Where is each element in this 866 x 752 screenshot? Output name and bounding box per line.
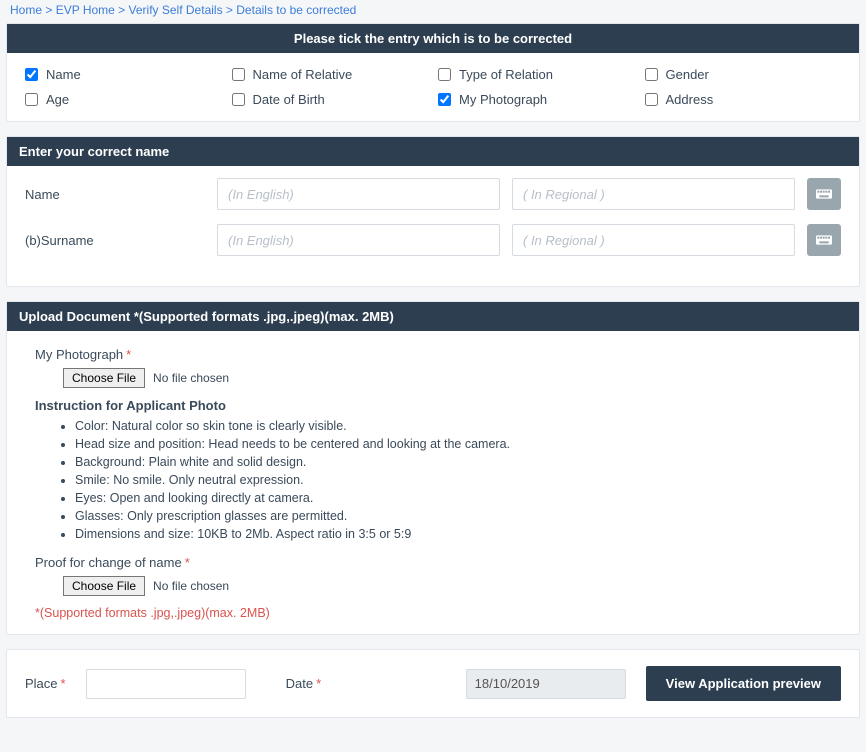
proof-change-name-label: Proof for change of name* — [35, 555, 839, 570]
tick-label: Address — [666, 92, 714, 107]
instruction-item: Background: Plain white and solid design… — [75, 455, 839, 469]
file-status-proof: No file chosen — [153, 579, 229, 593]
instruction-heading: Instruction for Applicant Photo — [35, 398, 839, 413]
place-label: Place* — [25, 676, 66, 691]
name-english-input-1[interactable] — [217, 224, 500, 256]
name-regional-input-1[interactable] — [512, 224, 795, 256]
tick-item-name-of-relative: Name of Relative — [232, 67, 429, 82]
tick-checkbox-type-of-relation[interactable] — [438, 68, 451, 81]
name-row-1: (b)Surname — [25, 224, 841, 256]
tick-checkbox-age[interactable] — [25, 93, 38, 106]
instruction-item: Color: Natural color so skin tone is cle… — [75, 419, 839, 433]
date-input — [466, 669, 626, 699]
tick-item-date-of-birth: Date of Birth — [232, 92, 429, 107]
instruction-item: Smile: No smile. Only neutral expression… — [75, 473, 839, 487]
name-row-0: Name — [25, 178, 841, 210]
breadcrumb-home[interactable]: Home — [10, 3, 42, 17]
tick-item-address: Address — [645, 92, 842, 107]
tick-checkbox-gender[interactable] — [645, 68, 658, 81]
instruction-item: Dimensions and size: 10KB to 2Mb. Aspect… — [75, 527, 839, 541]
view-application-preview-button[interactable]: View Application preview — [646, 666, 841, 701]
tick-label: Type of Relation — [459, 67, 553, 82]
correct-name-header: Enter your correct name — [7, 137, 859, 166]
footer-panel: Place* Date* View Application preview — [6, 649, 860, 718]
choose-file-proof-button[interactable]: Choose File — [63, 576, 145, 596]
upload-panel: Upload Document *(Supported formats .jpg… — [6, 301, 860, 635]
keyboard-icon — [816, 235, 832, 245]
date-label: Date* — [286, 676, 322, 691]
name-regional-input-0[interactable] — [512, 178, 795, 210]
file-status-photo: No file chosen — [153, 371, 229, 385]
keyboard-icon — [816, 189, 832, 199]
tick-item-my-photograph: My Photograph — [438, 92, 635, 107]
tick-checkbox-my-photograph[interactable] — [438, 93, 451, 106]
tick-label: My Photograph — [459, 92, 547, 107]
name-row-label: Name — [25, 187, 205, 202]
tick-label: Gender — [666, 67, 709, 82]
breadcrumb-details[interactable]: Details to be corrected — [236, 3, 356, 17]
tick-item-type-of-relation: Type of Relation — [438, 67, 635, 82]
keyboard-icon-button-0[interactable] — [807, 178, 841, 210]
upload-header: Upload Document *(Supported formats .jpg… — [7, 302, 859, 331]
tick-panel: Please tick the entry which is to be cor… — [6, 23, 860, 122]
instruction-item: Glasses: Only prescription glasses are p… — [75, 509, 839, 523]
name-english-input-0[interactable] — [217, 178, 500, 210]
choose-file-photo-button[interactable]: Choose File — [63, 368, 145, 388]
instruction-item: Eyes: Open and looking directly at camer… — [75, 491, 839, 505]
tick-panel-header: Please tick the entry which is to be cor… — [7, 24, 859, 53]
breadcrumb-verify-self[interactable]: Verify Self Details — [129, 3, 223, 17]
tick-checkbox-address[interactable] — [645, 93, 658, 106]
correct-name-panel: Enter your correct name Name (b)Surname — [6, 136, 860, 287]
breadcrumb: Home > EVP Home > Verify Self Details > … — [6, 0, 860, 23]
format-warning: *(Supported formats .jpg,.jpeg)(max. 2MB… — [35, 606, 839, 620]
tick-checkbox-name-of-relative[interactable] — [232, 68, 245, 81]
tick-label: Name — [46, 67, 81, 82]
name-row-label: (b)Surname — [25, 233, 205, 248]
place-input[interactable] — [86, 669, 246, 699]
tick-label: Name of Relative — [253, 67, 353, 82]
breadcrumb-evp-home[interactable]: EVP Home — [56, 3, 115, 17]
tick-item-age: Age — [25, 92, 222, 107]
instruction-item: Head size and position: Head needs to be… — [75, 437, 839, 451]
tick-label: Age — [46, 92, 69, 107]
tick-item-name: Name — [25, 67, 222, 82]
tick-checkbox-name[interactable] — [25, 68, 38, 81]
tick-checkbox-date-of-birth[interactable] — [232, 93, 245, 106]
keyboard-icon-button-1[interactable] — [807, 224, 841, 256]
tick-label: Date of Birth — [253, 92, 325, 107]
my-photograph-label: My Photograph* — [35, 347, 839, 362]
tick-item-gender: Gender — [645, 67, 842, 82]
